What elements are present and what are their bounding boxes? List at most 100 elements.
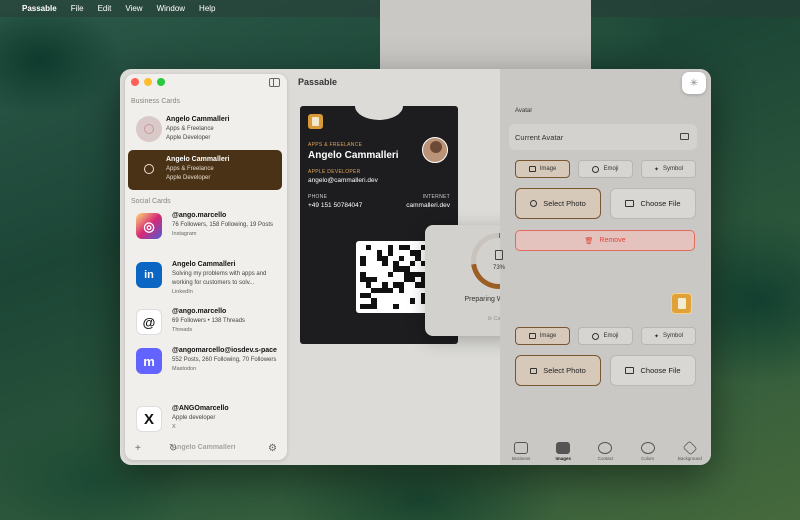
card-name: Angelo Cammalleri: [166, 156, 230, 163]
select-photo-button-2[interactable]: Select Photo: [515, 355, 601, 386]
app-window: Business Cards Angelo Cammalleri Apps & …: [120, 69, 711, 465]
window-controls: [131, 78, 165, 86]
social-cards-header: Social Cards: [131, 198, 171, 205]
menu-edit[interactable]: Edit: [98, 4, 112, 13]
social-card-item[interactable]: in Angelo Cammalleri Solving my problems…: [128, 260, 282, 304]
social-desc: 552 Posts, 260 Following, 70 Followers: [172, 357, 277, 363]
sidebar-toggle-icon[interactable]: [269, 78, 280, 87]
tab-business[interactable]: Business: [502, 442, 540, 461]
social-platform: Instagram: [172, 231, 197, 237]
current-avatar-row: Current Avatar: [509, 124, 697, 150]
social-card-item[interactable]: @ @ango.marcello 69 Followers • 138 Thre…: [128, 307, 282, 341]
card-line2: Apple Developer: [166, 175, 211, 181]
pass-notch: [355, 106, 403, 120]
select-photo-button[interactable]: Select Photo: [515, 188, 601, 219]
wallet-pass-icon: [495, 250, 503, 260]
qr-code: [356, 241, 436, 313]
emoji-icon: [592, 165, 600, 173]
segment-symbol-2[interactable]: ✦ Symbol: [641, 327, 696, 345]
photo-icon: [530, 367, 538, 374]
instagram-icon: ◎: [136, 213, 162, 239]
threads-icon: @: [136, 309, 162, 335]
choose-file-label: Choose File: [640, 199, 681, 208]
business-card-item[interactable]: Angelo Cammalleri Apps & Freelance Apple…: [128, 110, 282, 150]
sync-button[interactable]: ✳: [682, 72, 706, 94]
spinner-icon: ✳: [689, 77, 699, 89]
segment-label: Image: [539, 333, 557, 339]
select-photo-label: Select Photo: [543, 366, 586, 375]
tab-colors[interactable]: Colors: [629, 442, 667, 461]
remove-button[interactable]: 🗑 Remove: [515, 230, 695, 251]
social-platform: X: [172, 424, 176, 430]
social-card-item[interactable]: m @angomarcello@iosdev.s-pace 552 Posts,…: [128, 346, 282, 394]
tab-label: Contact: [597, 456, 614, 461]
gear-icon[interactable]: ⚙: [268, 443, 277, 454]
social-name: @ango.marcello: [172, 308, 227, 315]
social-platform: LinkedIn: [172, 289, 193, 295]
menu-file[interactable]: File: [71, 4, 84, 13]
avatar-section-header: Avatar: [515, 108, 533, 114]
refresh-icon[interactable]: ↻: [169, 443, 177, 454]
emoji-icon: [592, 332, 600, 340]
pass-org: APPS & FREELANCE: [308, 142, 363, 148]
sidebar: Business Cards Angelo Cammalleri Apps & …: [125, 74, 287, 460]
social-desc: Solving my problems with apps and workin…: [172, 271, 267, 286]
business-card-icon: [514, 442, 529, 454]
tab-images[interactable]: Images: [544, 442, 582, 461]
social-name: @ango.marcello: [172, 212, 227, 219]
images-icon: [556, 442, 571, 454]
business-card-item-selected[interactable]: Angelo Cammalleri Apps & Freelance Apple…: [128, 150, 282, 190]
avatar: [136, 156, 162, 182]
social-platform: Threads: [172, 327, 193, 333]
x-icon: X: [136, 406, 162, 432]
menu-bar: Passable File Edit View Window Help: [0, 0, 800, 396]
segment-image-2[interactable]: Image: [515, 327, 570, 345]
segment-label: Symbol: [663, 166, 684, 172]
card-line2: Apple Developer: [166, 135, 211, 141]
zoom-button[interactable]: [157, 78, 165, 86]
segment-symbol[interactable]: ✦ Symbol: [641, 160, 696, 178]
pass-phone: +49 151 50784047: [308, 202, 363, 209]
menu-window[interactable]: Window: [157, 4, 185, 13]
menu-view[interactable]: View: [125, 4, 142, 13]
segment-label: Symbol: [663, 333, 684, 339]
choose-file-label: Choose File: [640, 366, 681, 375]
add-icon[interactable]: +: [135, 443, 141, 454]
tab-contact[interactable]: Contact: [586, 442, 624, 461]
minimize-button[interactable]: [144, 78, 152, 86]
business-cards-header: Business Cards: [131, 98, 181, 105]
segment-image[interactable]: Image: [515, 160, 570, 178]
remove-label: Remove: [599, 237, 626, 244]
pass-internet: cammalleri.dev: [406, 202, 450, 209]
tab-label: Background: [677, 456, 702, 461]
segment-emoji-2[interactable]: Emoji: [578, 327, 633, 345]
linkedin-icon: in: [136, 262, 162, 288]
avatar: [136, 116, 162, 142]
close-button[interactable]: [131, 78, 139, 86]
social-desc: 69 Followers • 138 Threads: [172, 318, 246, 324]
folder-icon: [625, 200, 635, 207]
social-platform: Mastodon: [172, 366, 197, 372]
social-name: Angelo Cammalleri: [172, 261, 236, 268]
tab-background[interactable]: Background: [671, 440, 709, 461]
sidebar-footer: + ↻ ⚙: [125, 436, 287, 460]
choose-file-button-2[interactable]: Choose File: [610, 355, 696, 386]
pass-name: Angelo Cammalleri: [308, 150, 399, 161]
social-desc: 76 Followers, 158 Following, 19 Posts: [172, 222, 274, 228]
tab-bar: Business Images Contact Colors Backgroun…: [500, 433, 711, 465]
pass-thumbnail: [671, 293, 692, 314]
segment-emoji[interactable]: Emoji: [578, 160, 633, 178]
choose-file-button[interactable]: Choose File: [610, 188, 696, 219]
segment-label: Emoji: [603, 166, 619, 172]
folder-icon: [625, 367, 635, 374]
pass-logo: [308, 114, 323, 129]
tab-label: Images: [555, 456, 572, 461]
photo-icon: [680, 133, 689, 140]
menu-app-name[interactable]: Passable: [22, 4, 57, 13]
window-title: Passable: [298, 77, 338, 87]
social-card-item[interactable]: X @ANGOmarcello Apple developer X: [128, 404, 282, 434]
menu-help[interactable]: Help: [199, 4, 215, 13]
social-card-item[interactable]: ◎ @ango.marcello 76 Followers, 158 Follo…: [128, 211, 282, 255]
card-line1: Apps & Freelance: [166, 126, 214, 132]
current-avatar-label: Current Avatar: [515, 133, 564, 142]
